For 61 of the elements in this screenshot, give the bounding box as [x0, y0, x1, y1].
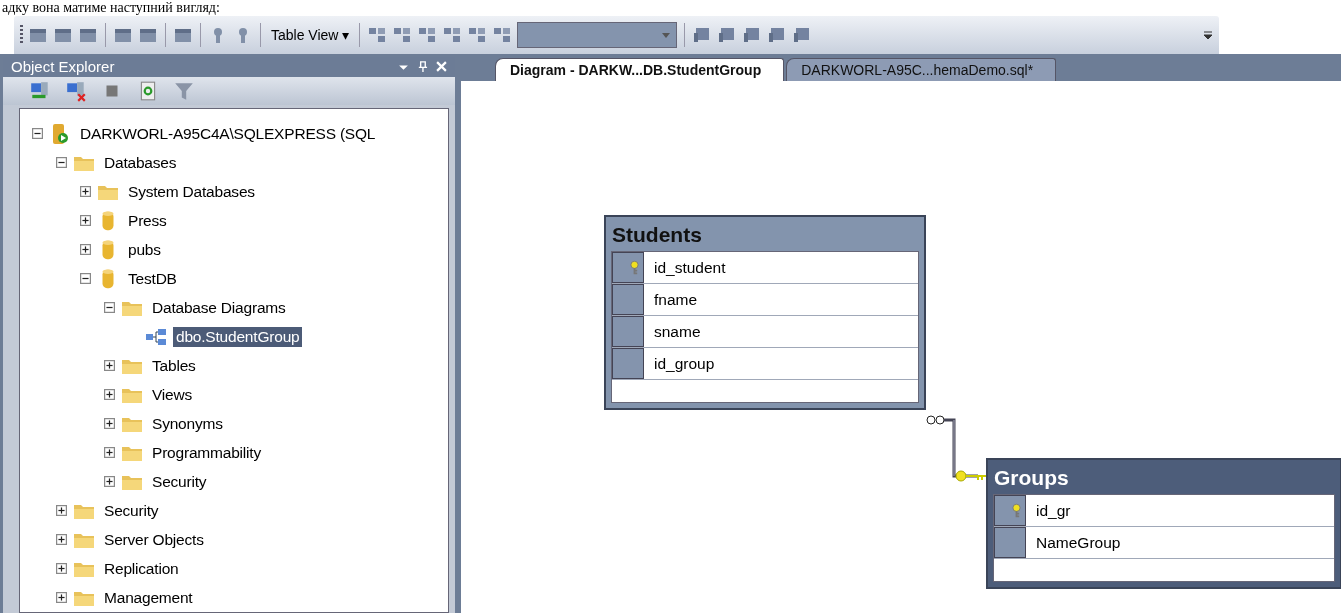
tree-item[interactable]: Replication: [101, 558, 182, 579]
tree-item[interactable]: System Databases: [125, 181, 258, 202]
expander-icon[interactable]: [104, 389, 115, 400]
tree-item[interactable]: Security: [149, 471, 210, 492]
expander-icon[interactable]: [104, 360, 115, 371]
tree-item[interactable]: TestDB: [125, 268, 180, 289]
row-selector[interactable]: [612, 284, 644, 315]
column-name: id_gr: [1035, 501, 1071, 520]
tree-item[interactable]: pubs: [125, 239, 164, 260]
expander-icon[interactable]: [56, 505, 67, 516]
expander-icon[interactable]: [80, 244, 91, 255]
grip-icon: [20, 25, 23, 45]
table-box[interactable]: Groups id_gr NameGroup: [986, 458, 1341, 589]
tree-item[interactable]: Tables: [149, 355, 199, 376]
disconnect-icon[interactable]: [65, 79, 87, 102]
tree-item[interactable]: Press: [125, 210, 170, 231]
tree-item[interactable]: Views: [149, 384, 196, 405]
tree-item[interactable]: Security: [101, 500, 162, 521]
overflow-icon[interactable]: [1203, 30, 1213, 40]
tree-item[interactable]: Programmability: [149, 442, 264, 463]
tree-item[interactable]: dbo.StudentGroup: [173, 326, 303, 347]
expander-icon[interactable]: [80, 186, 91, 197]
expander-icon[interactable]: [104, 447, 115, 458]
tree-item[interactable]: Server Objects: [101, 529, 207, 550]
expander-icon[interactable]: [32, 128, 43, 139]
table-view-dropdown[interactable]: Table View ▾: [268, 25, 353, 45]
column-name: id_group: [653, 354, 715, 373]
table-title: Students: [611, 222, 703, 248]
pin-icon[interactable]: [417, 61, 428, 73]
column-name: NameGroup: [1035, 533, 1121, 552]
expander-icon[interactable]: [56, 592, 67, 603]
expander-icon[interactable]: [80, 215, 91, 226]
column-name: sname: [653, 322, 701, 341]
tree-item[interactable]: DARKWORL-A95C4A\SQLEXPRESS (SQL: [77, 123, 379, 144]
expander-icon[interactable]: [104, 418, 115, 429]
row-selector[interactable]: [612, 316, 644, 347]
tree-item[interactable]: Databases: [101, 152, 180, 173]
caption-text: адку вона матиме наступний вигляд:: [1, 0, 221, 16]
tree-item[interactable]: Management: [101, 587, 196, 608]
expander-icon[interactable]: [104, 302, 115, 313]
column-name: fname: [653, 290, 698, 309]
expander-icon[interactable]: [56, 534, 67, 545]
document-tab[interactable]: DARKWORL-A95C...hemaDemo.sql*: [786, 58, 1057, 81]
expander-icon[interactable]: [56, 157, 67, 168]
row-selector[interactable]: [612, 348, 644, 379]
column-name: id_student: [653, 258, 726, 277]
row-selector[interactable]: [994, 495, 1026, 526]
expander-icon[interactable]: [56, 563, 67, 574]
tree-item[interactable]: Database Diagrams: [149, 297, 289, 318]
close-icon[interactable]: [436, 61, 447, 73]
table-box[interactable]: Students id_student fname sname id_group: [604, 215, 926, 410]
relationship-line: [926, 415, 987, 482]
expander-icon[interactable]: [104, 476, 115, 487]
document-tab[interactable]: Diagram - DARKW...DB.StudentGroup: [495, 58, 785, 81]
expander-icon[interactable]: [80, 273, 91, 284]
panel-title: Object Explorer: [11, 58, 116, 76]
tree-item[interactable]: Synonyms: [149, 413, 226, 434]
table-title: Groups: [993, 465, 1070, 491]
row-selector[interactable]: [612, 252, 644, 283]
caret-icon: [662, 32, 671, 38]
row-selector[interactable]: [994, 527, 1026, 558]
